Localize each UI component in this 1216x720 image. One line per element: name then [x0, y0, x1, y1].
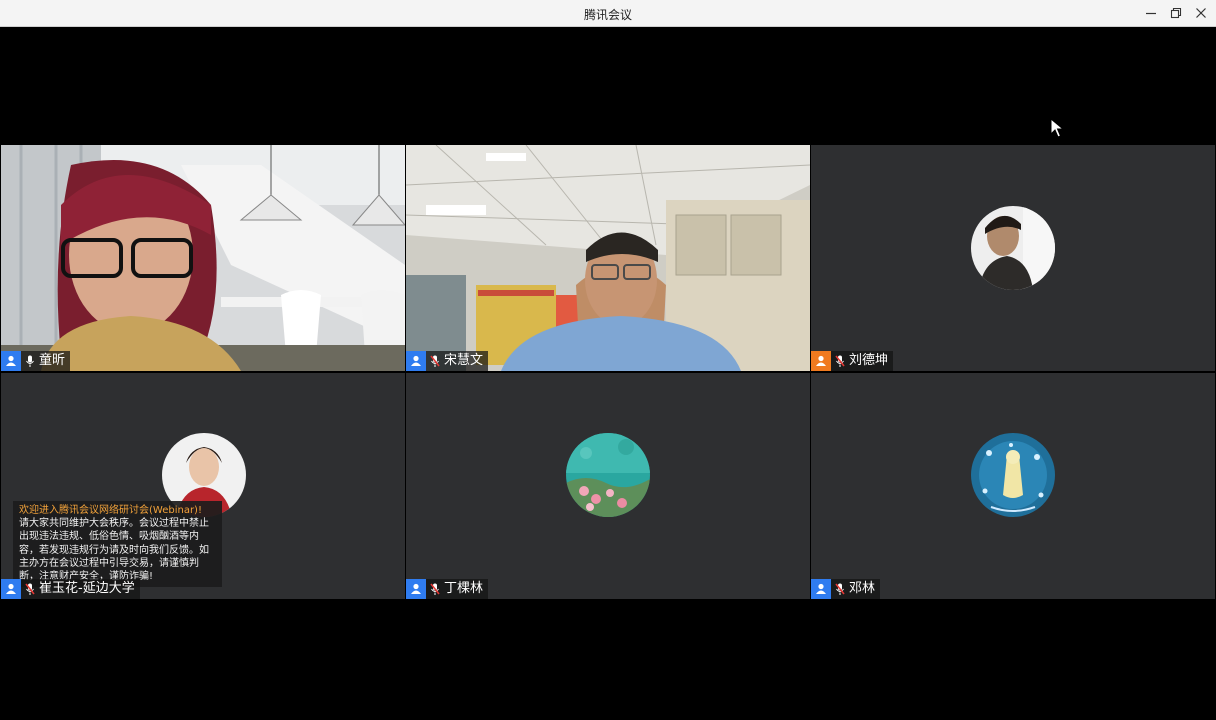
- user-icon: [1, 579, 21, 599]
- microphone-icon[interactable]: [25, 354, 37, 368]
- participant-avatar: [971, 433, 1055, 517]
- participant-tile[interactable]: 宋慧文: [406, 145, 810, 371]
- restore-icon: [1170, 7, 1182, 19]
- user-icon: [1, 351, 21, 371]
- video-grid: 童昕 宋慧文 刘德坤 欢迎进入腾讯会议网络研讨会(Webinar)! 请大家共同…: [0, 145, 1216, 600]
- participant-nametag: 崔玉花-延边大学: [1, 579, 140, 599]
- participant-video: [406, 145, 810, 371]
- participant-nametag: 童昕: [1, 351, 71, 371]
- close-icon: [1196, 8, 1206, 18]
- participant-avatar: [971, 206, 1055, 290]
- notice-body: 请大家共同维护大会秩序。会议过程中禁止出现违法违规、低俗色情、吸烟酗酒等内容，若…: [19, 518, 209, 583]
- user-icon: [811, 351, 831, 371]
- participant-avatar: [566, 433, 650, 517]
- meeting-window: 腾讯会议 童昕 宋慧文 刘德坤 欢迎进入腾讯会议网络研讨会(Webinar)! …: [0, 0, 1216, 720]
- participant-tile[interactable]: 刘德坤: [811, 145, 1215, 371]
- participant-nametag: 宋慧文: [406, 351, 489, 371]
- participant-nametag: 丁棵林: [406, 579, 489, 599]
- close-button[interactable]: [1190, 4, 1212, 22]
- window-title: 腾讯会议: [583, 8, 632, 22]
- minimize-icon: [1146, 12, 1156, 15]
- restore-button[interactable]: [1165, 4, 1187, 22]
- microphone-muted-icon[interactable]: [835, 582, 847, 596]
- notice-headline: 欢迎进入腾讯会议网络研讨会(Webinar)!: [19, 505, 202, 516]
- participant-tile[interactable]: 童昕: [1, 145, 405, 371]
- user-icon: [406, 351, 426, 371]
- microphone-muted-icon[interactable]: [835, 354, 847, 368]
- participant-name: 刘德坤: [849, 353, 889, 368]
- participant-name: 宋慧文: [444, 353, 484, 368]
- participant-tile[interactable]: 邓林: [811, 373, 1215, 599]
- participant-video: [1, 145, 405, 371]
- participant-name: 邓林: [849, 581, 876, 596]
- participant-name: 崔玉花-延边大学: [39, 581, 135, 596]
- minimize-button[interactable]: [1140, 4, 1162, 22]
- title-bar[interactable]: 腾讯会议: [0, 0, 1216, 27]
- webinar-notice: 欢迎进入腾讯会议网络研讨会(Webinar)! 请大家共同维护大会秩序。会议过程…: [13, 501, 222, 587]
- participant-nametag: 邓林: [811, 579, 881, 599]
- participant-nametag: 刘德坤: [811, 351, 894, 371]
- microphone-muted-icon[interactable]: [430, 354, 442, 368]
- microphone-muted-icon[interactable]: [25, 582, 37, 596]
- participant-tile[interactable]: 欢迎进入腾讯会议网络研讨会(Webinar)! 请大家共同维护大会秩序。会议过程…: [1, 373, 405, 599]
- user-icon: [811, 579, 831, 599]
- user-icon: [406, 579, 426, 599]
- mouse-cursor-icon: [1050, 118, 1064, 138]
- microphone-muted-icon[interactable]: [430, 582, 442, 596]
- participant-name: 童昕: [39, 353, 66, 368]
- participant-name: 丁棵林: [444, 581, 484, 596]
- participant-tile[interactable]: 丁棵林: [406, 373, 810, 599]
